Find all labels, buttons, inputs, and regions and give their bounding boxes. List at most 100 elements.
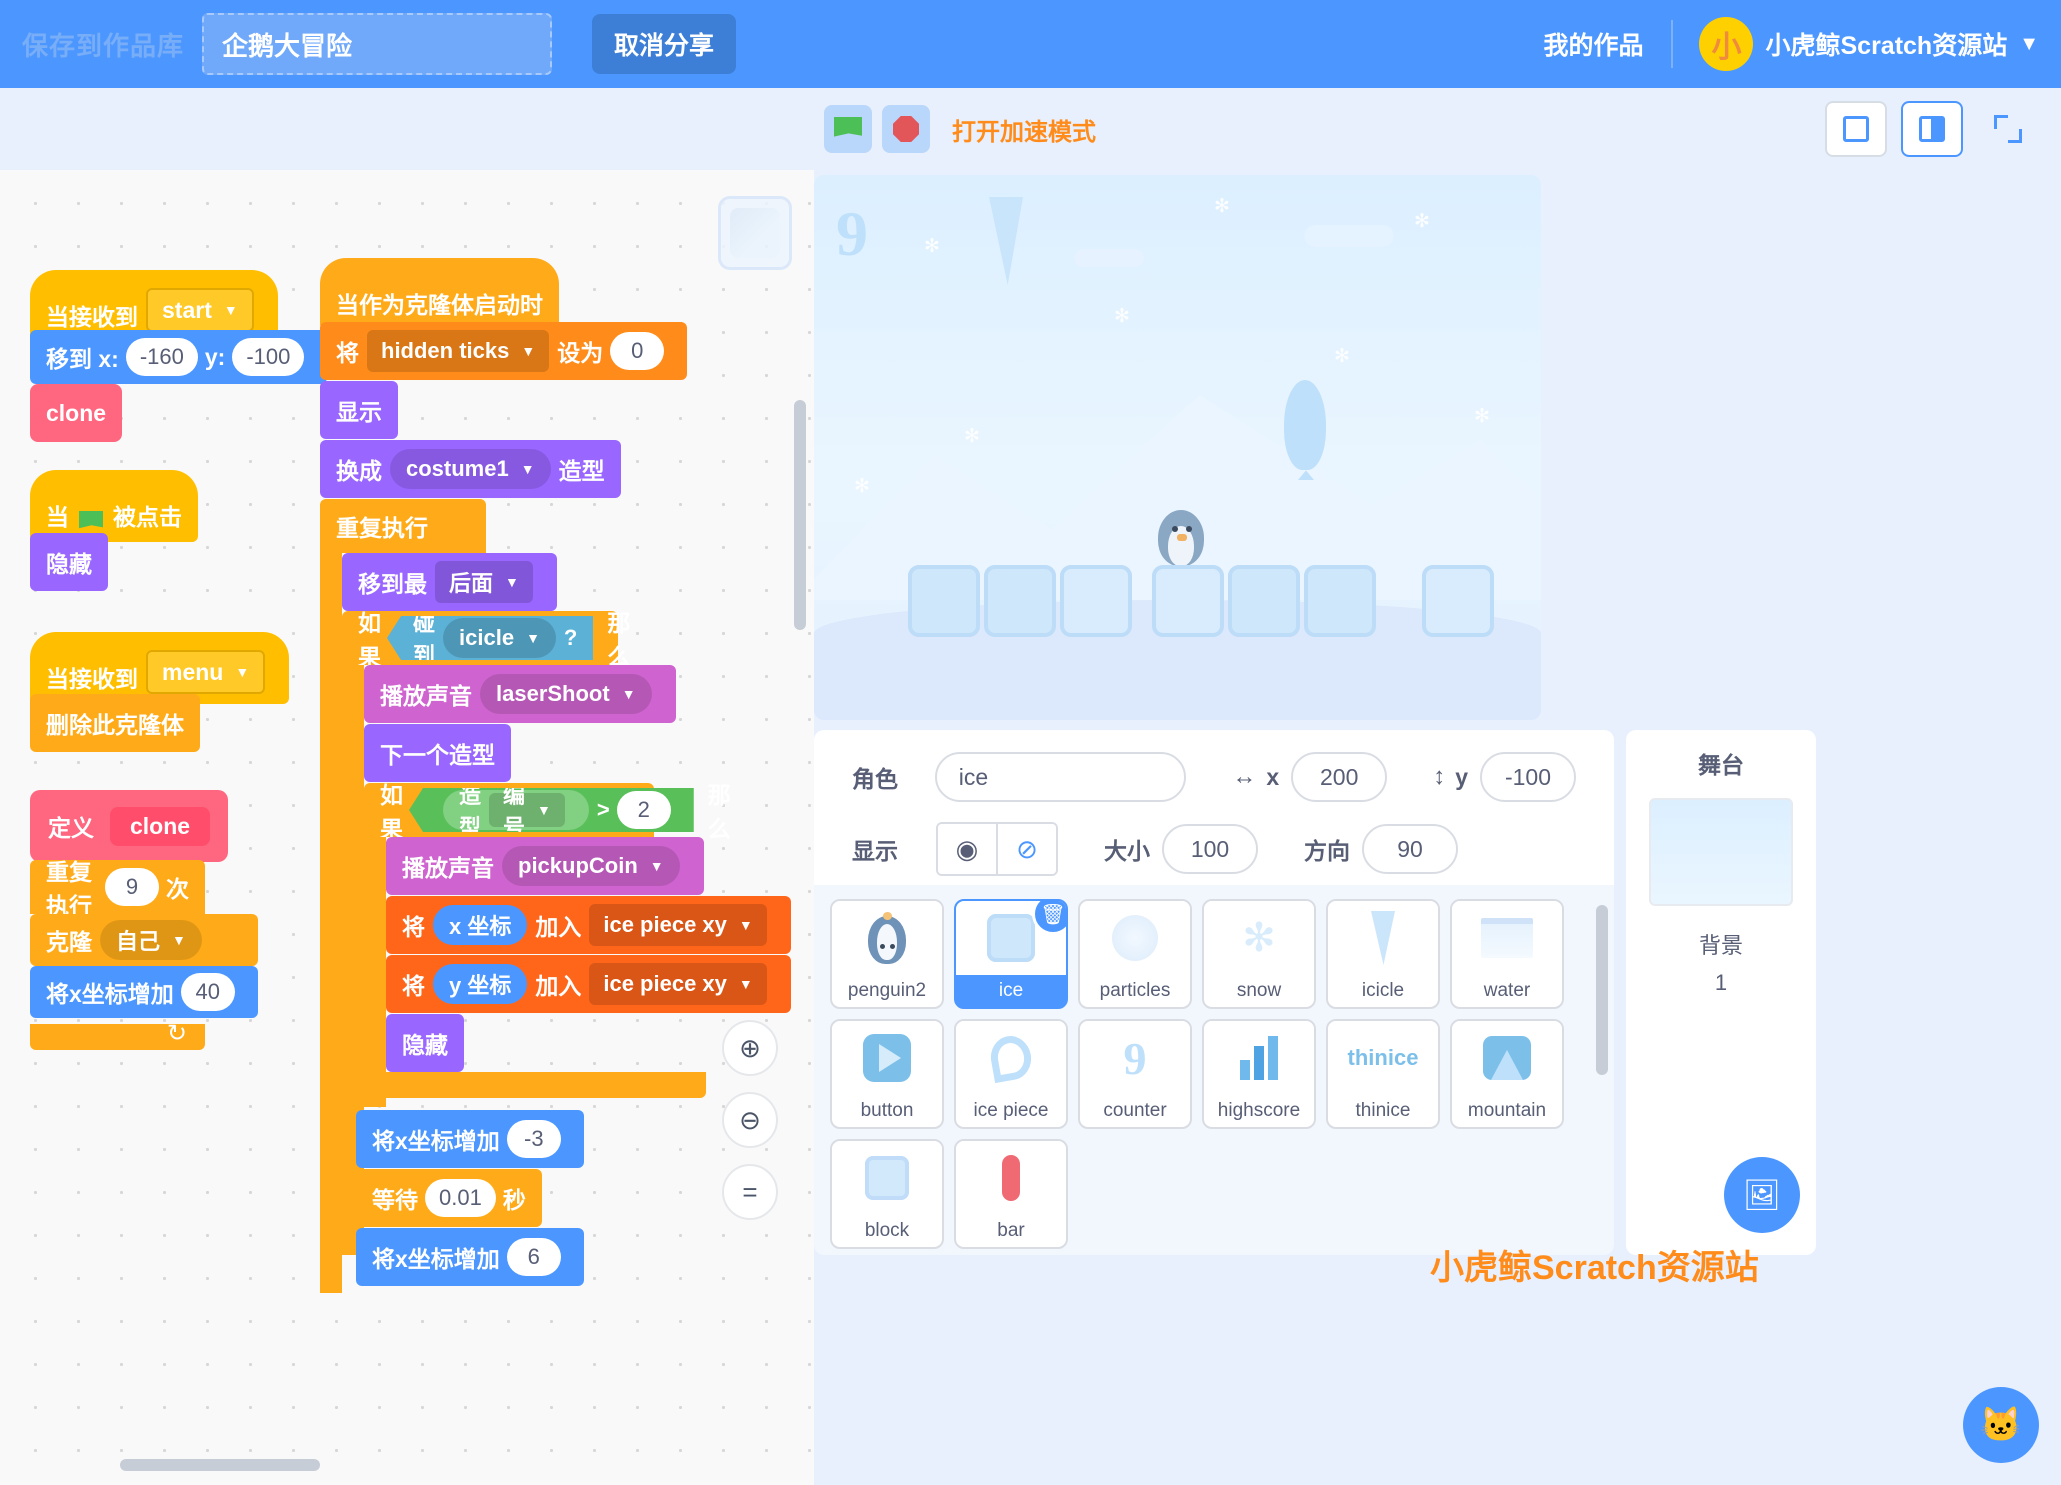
block-when-flag-clicked[interactable]: 当 被点击 <box>30 470 198 542</box>
dropdown-message[interactable]: menu ▼ <box>146 650 266 694</box>
input-x[interactable]: -160 <box>125 338 198 376</box>
sprite-card-ice[interactable]: ice 🗑 <box>954 899 1068 1009</box>
reporter-y-position[interactable]: y 坐标 <box>433 964 528 1004</box>
input-change-x[interactable]: 6 <box>506 1238 561 1276</box>
account-name[interactable]: 小虎鲸Scratch资源站 <box>1765 26 2007 62</box>
direction-input[interactable]: 90 <box>1362 824 1458 874</box>
block-when-i-start-as-clone[interactable]: 当作为克隆体启动时 <box>320 258 559 330</box>
zoom-reset-icon[interactable]: = <box>722 1164 778 1220</box>
block-change-x-by-neg3[interactable]: 将x坐标增加 -3 <box>356 1110 584 1168</box>
stage-selector-panel[interactable]: 舞台 背景 1 🖼 <box>1626 730 1816 1255</box>
sprite-list-panel[interactable]: penguin2 ice 🗑 particles ✻ snow icicle water but… <box>814 885 1614 1255</box>
sprite-card-icicle[interactable]: icicle <box>1326 899 1440 1009</box>
block-go-to-layer[interactable]: 移到最 后面 ▼ <box>342 553 557 611</box>
dropdown-clone-target[interactable]: 自己 ▼ <box>100 920 202 960</box>
block-next-costume[interactable]: 下一个造型 <box>364 724 511 782</box>
input-change-x[interactable]: -3 <box>506 1120 561 1158</box>
eye-icon[interactable]: ◉ <box>938 824 996 874</box>
boolean-touching[interactable]: 碰到 icicle ▼ ? <box>387 616 594 660</box>
dropdown-message[interactable]: start ▼ <box>146 288 254 332</box>
sprite-card-highscore[interactable]: highscore <box>1202 1019 1316 1129</box>
dropdown-list[interactable]: ice piece xy ▼ <box>589 904 767 946</box>
block-wait-seconds[interactable]: 等待 0.01 秒 <box>356 1169 542 1227</box>
sprite-card-counter[interactable]: 9 counter <box>1078 1019 1192 1129</box>
block-delete-this-clone[interactable]: 删除此克隆体 <box>30 694 200 752</box>
dropdown-costume-property[interactable]: 编号 ▼ <box>489 788 565 832</box>
dropdown-sound[interactable]: pickupCoin ▼ <box>502 846 680 886</box>
avatar[interactable]: 小 <box>1699 17 1754 71</box>
x-input[interactable]: 200 <box>1291 752 1388 802</box>
reporter-x-position[interactable]: x 坐标 <box>433 905 528 945</box>
dropdown-layer[interactable]: 后面 ▼ <box>435 561 533 603</box>
horizontal-scrollbar[interactable] <box>120 1459 320 1471</box>
block-call-clone[interactable]: clone <box>30 384 123 442</box>
sprite-card-penguin2[interactable]: penguin2 <box>830 899 944 1009</box>
dropdown-list[interactable]: ice piece xy ▼ <box>589 963 767 1005</box>
project-title-input[interactable]: 企鹅大冒险 <box>202 13 553 75</box>
green-flag-button[interactable] <box>824 105 872 153</box>
zoom-in-icon[interactable]: ⊕ <box>722 1020 778 1076</box>
dropdown-touching-target[interactable]: icicle ▼ <box>443 618 556 658</box>
dropdown-sound[interactable]: laserShoot ▼ <box>480 674 652 714</box>
stage-canvas[interactable]: 9 ✻ ✻ ✻ ✻ ✻ ✻ ✻ ✻ <box>814 175 1541 720</box>
add-backdrop-button[interactable]: 🖼 <box>1724 1157 1800 1233</box>
block-hide-inner[interactable]: 隐藏 <box>386 1014 464 1072</box>
save-to-library-button[interactable]: 保存到作品库 <box>22 26 184 63</box>
sprite-card-thinice[interactable]: thinice thinice <box>1326 1019 1440 1129</box>
sprite-card-snow[interactable]: ✻ snow <box>1202 899 1316 1009</box>
visibility-toggle[interactable]: ◉ ⊘ <box>936 822 1058 876</box>
input-change-x[interactable]: 40 <box>180 973 235 1011</box>
block-play-sound-pickupcoin[interactable]: 播放声音 pickupCoin ▼ <box>386 837 704 895</box>
block-if-costume-number-gt-2[interactable]: 如果 造型 编号 ▼ > 2 那么 <box>364 782 731 842</box>
large-stage-button[interactable] <box>1901 101 1963 157</box>
reporter-costume[interactable]: 造型 编号 ▼ <box>443 788 589 832</box>
stop-button[interactable] <box>882 105 930 153</box>
vertical-scrollbar[interactable] <box>794 400 806 630</box>
size-input[interactable]: 100 <box>1162 824 1258 874</box>
input-set-value[interactable]: 0 <box>610 332 665 370</box>
sprite-card-button[interactable]: button <box>830 1019 944 1129</box>
block-add-y-to-list[interactable]: 将 y 坐标 加入 ice piece xy ▼ <box>386 955 791 1013</box>
block-change-x-by-40[interactable]: 将x坐标增加 40 <box>30 966 258 1018</box>
block-play-sound-lasershoot[interactable]: 播放声音 laserShoot ▼ <box>364 665 676 723</box>
input-compare-value[interactable]: 2 <box>616 791 671 829</box>
dropdown-costume[interactable]: costume1 ▼ <box>390 449 551 489</box>
sprite-list-scrollbar[interactable] <box>1596 905 1608 1075</box>
sprite-name-input[interactable]: ice <box>934 752 1187 802</box>
zoom-out-icon[interactable]: ⊖ <box>722 1092 778 1148</box>
small-stage-button[interactable] <box>1825 101 1887 157</box>
sprite-card-water[interactable]: water <box>1450 899 1564 1009</box>
block-show[interactable]: 显示 <box>320 381 398 439</box>
repeat-header[interactable]: 重复执行 9 次 <box>30 859 205 919</box>
sprite-card-bar[interactable]: bar <box>954 1139 1068 1249</box>
block-hide[interactable]: 隐藏 <box>30 533 108 591</box>
input-times[interactable]: 9 <box>105 868 159 906</box>
block-repeat-9[interactable]: 重复执行 9 次 克隆 自己 ▼ 将x坐标增加 40 ↻ <box>30 859 258 1050</box>
y-input[interactable]: -100 <box>1480 752 1576 802</box>
block-forever-header[interactable]: 重复执行 <box>320 499 486 553</box>
sprite-card-particles[interactable]: particles <box>1078 899 1192 1009</box>
input-wait[interactable]: 0.01 <box>425 1179 496 1217</box>
code-workspace[interactable]: 当接收到 start ▼ 移到 x: -160 y: -100 clone 当 被… <box>0 170 814 1485</box>
block-switch-costume[interactable]: 换成 costume1 ▼ 造型 <box>320 440 621 498</box>
block-if-touching-icicle[interactable]: 如果 碰到 icicle ▼ ? 那么 <box>342 610 630 670</box>
block-set-variable[interactable]: 将 hidden ticks ▼ 设为 0 <box>320 322 688 380</box>
block-change-x-by-6[interactable]: 将x坐标增加 6 <box>356 1228 584 1286</box>
block-create-clone[interactable]: 克隆 自己 ▼ <box>30 914 258 966</box>
sprite-card-mountain[interactable]: mountain <box>1450 1019 1564 1129</box>
my-works-link[interactable]: 我的作品 <box>1543 26 1643 62</box>
block-define-clone[interactable]: 定义 clone <box>30 790 229 862</box>
sprite-card-ice-piece[interactable]: ice piece <box>954 1019 1068 1129</box>
chevron-down-icon[interactable]: ▼ <box>2019 33 2039 56</box>
backdrop-thumbnail[interactable] <box>1649 798 1793 906</box>
boolean-greater-than[interactable]: 造型 编号 ▼ > 2 <box>409 788 694 832</box>
block-add-x-to-list[interactable]: 将 x 坐标 加入 ice piece xy ▼ <box>386 896 791 954</box>
block-goto-xy[interactable]: 移到 x: -160 y: -100 <box>30 330 328 384</box>
dropdown-variable[interactable]: hidden ticks ▼ <box>367 330 550 372</box>
unshare-button[interactable]: 取消分享 <box>592 14 737 74</box>
add-sprite-button[interactable]: 🐱 <box>1963 1387 2039 1463</box>
input-y[interactable]: -100 <box>232 338 305 376</box>
fullscreen-button[interactable] <box>1977 101 2039 157</box>
eye-slash-icon[interactable]: ⊘ <box>998 824 1056 874</box>
sprite-card-block[interactable]: block <box>830 1139 944 1249</box>
